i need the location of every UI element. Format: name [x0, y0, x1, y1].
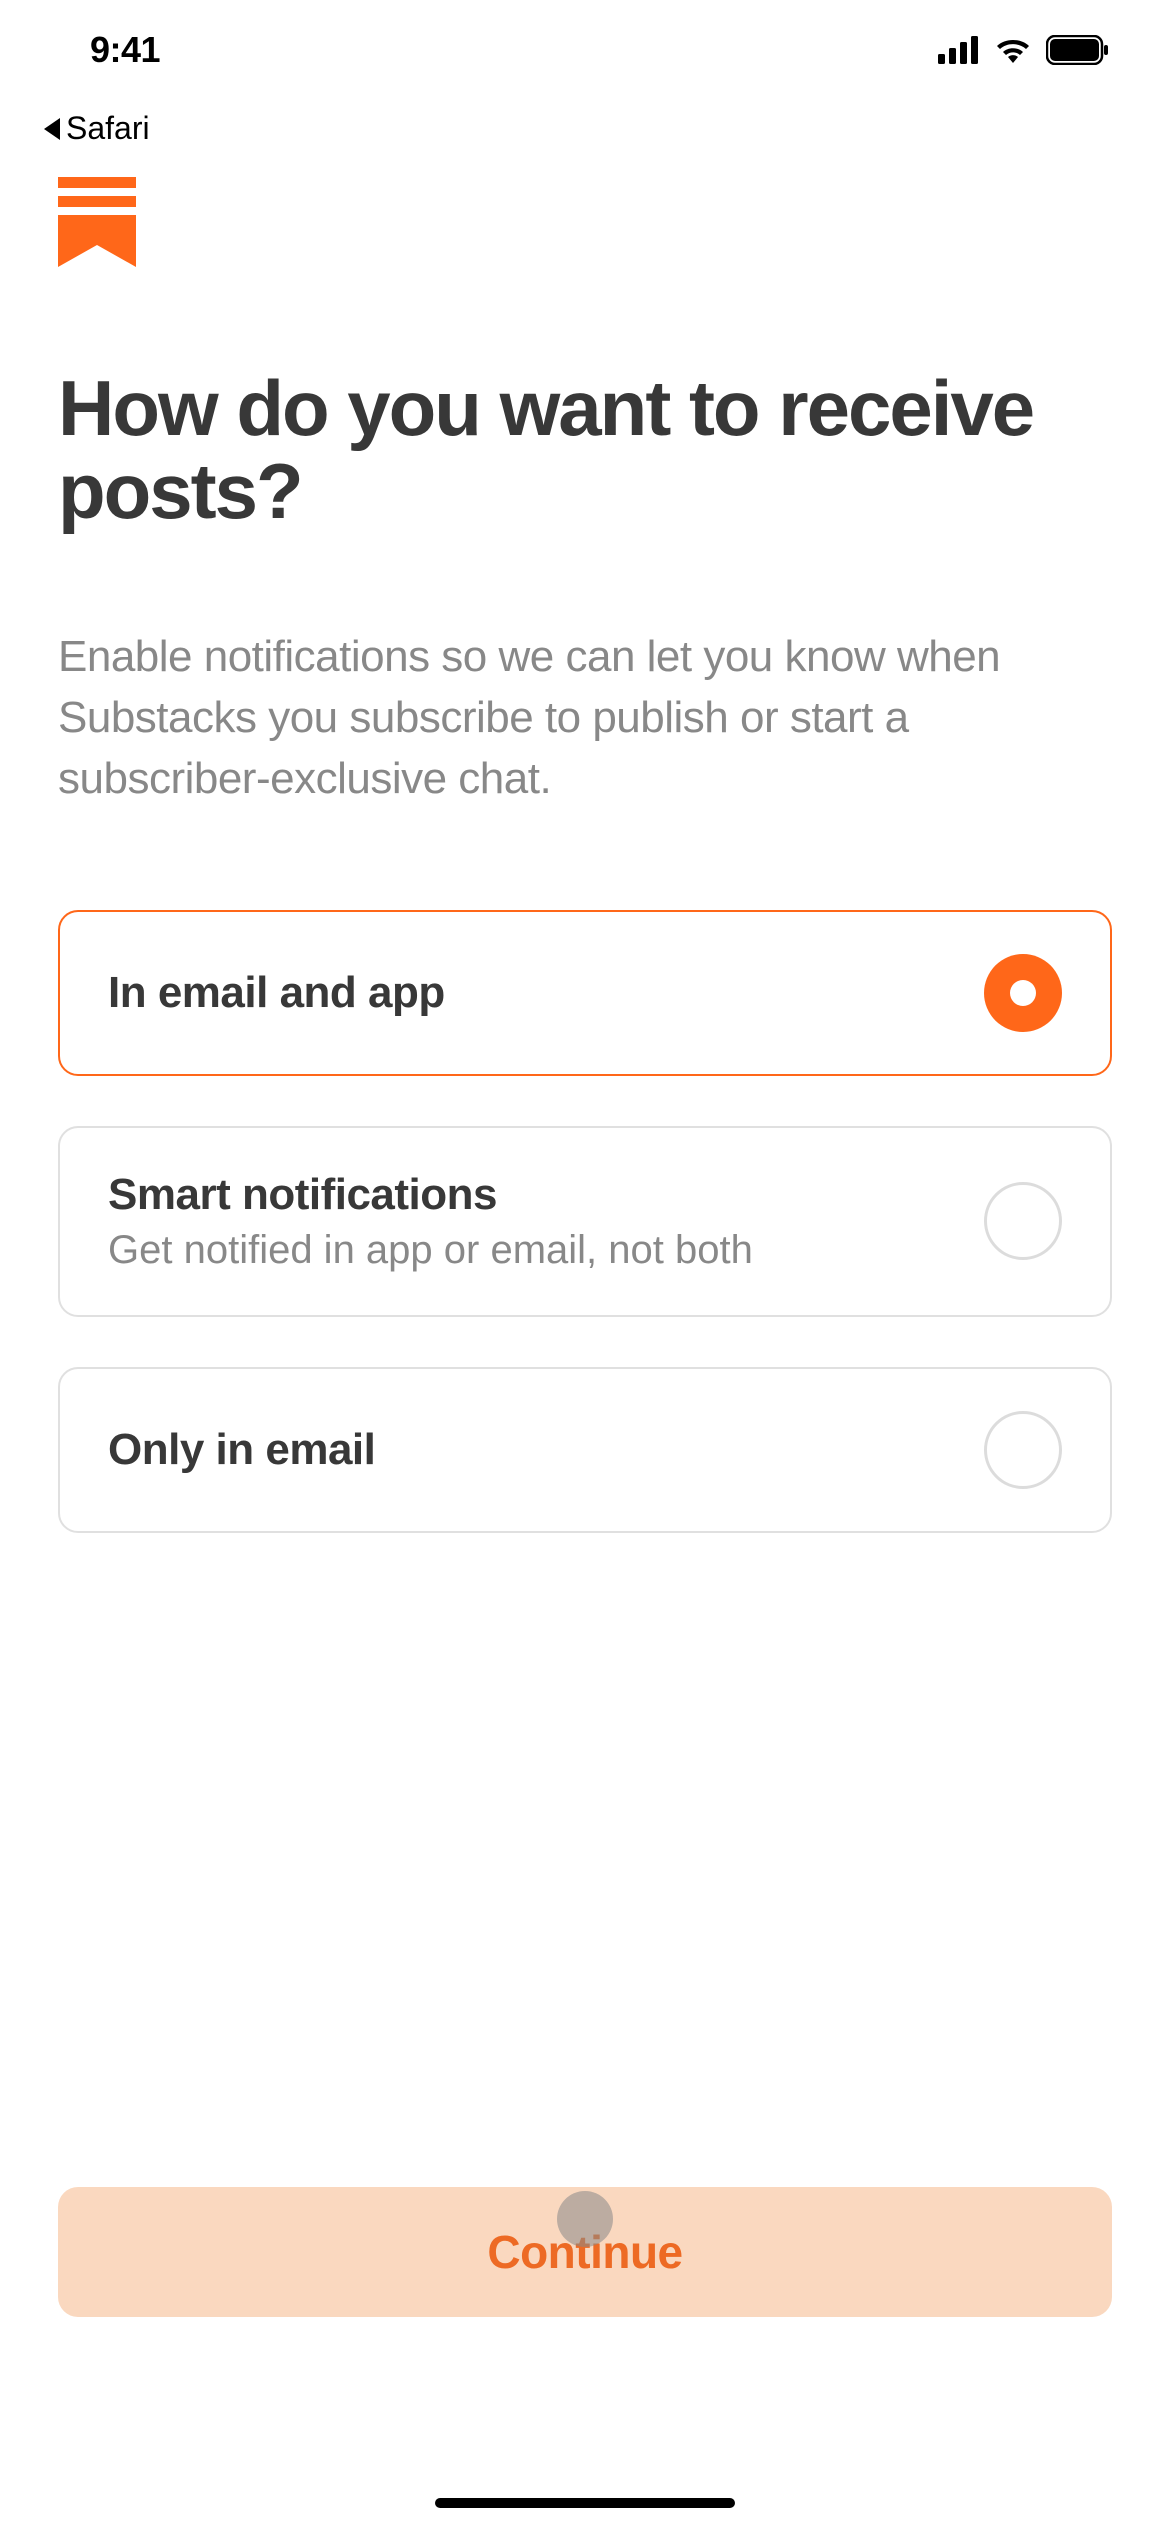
option-subtitle: Get notified in app or email, not both [108, 1228, 753, 1273]
battery-icon [1046, 35, 1110, 65]
substack-logo-icon [58, 177, 136, 267]
radio-unselected-icon [984, 1182, 1062, 1260]
option-in-email-and-app[interactable]: In email and app [58, 910, 1112, 1076]
option-title: Smart notifications [108, 1170, 753, 1220]
option-title: Only in email [108, 1425, 375, 1475]
content-area: How do you want to receive posts? Enable… [0, 367, 1170, 1533]
continue-button[interactable]: Continue [58, 2187, 1112, 2317]
status-bar: 9:41 [0, 0, 1170, 100]
page-subtitle: Enable notifications so we can let you k… [58, 627, 1112, 809]
option-title: In email and app [108, 968, 445, 1018]
cellular-icon [938, 36, 980, 64]
back-app-label: Safari [66, 110, 150, 147]
touch-indicator-icon [557, 2191, 613, 2247]
back-to-app[interactable]: Safari [0, 100, 1170, 177]
radio-unselected-icon [984, 1411, 1062, 1489]
option-smart-notifications[interactable]: Smart notifications Get notified in app … [58, 1126, 1112, 1317]
status-time: 9:41 [90, 29, 160, 71]
wifi-icon [994, 36, 1032, 64]
status-icons [938, 35, 1110, 65]
back-triangle-icon [44, 118, 60, 140]
radio-selected-icon [984, 954, 1062, 1032]
options-list: In email and app Smart notifications Get… [58, 910, 1112, 1533]
home-indicator[interactable] [435, 2498, 735, 2508]
page-title: How do you want to receive posts? [58, 367, 1112, 532]
option-only-in-email[interactable]: Only in email [58, 1367, 1112, 1533]
